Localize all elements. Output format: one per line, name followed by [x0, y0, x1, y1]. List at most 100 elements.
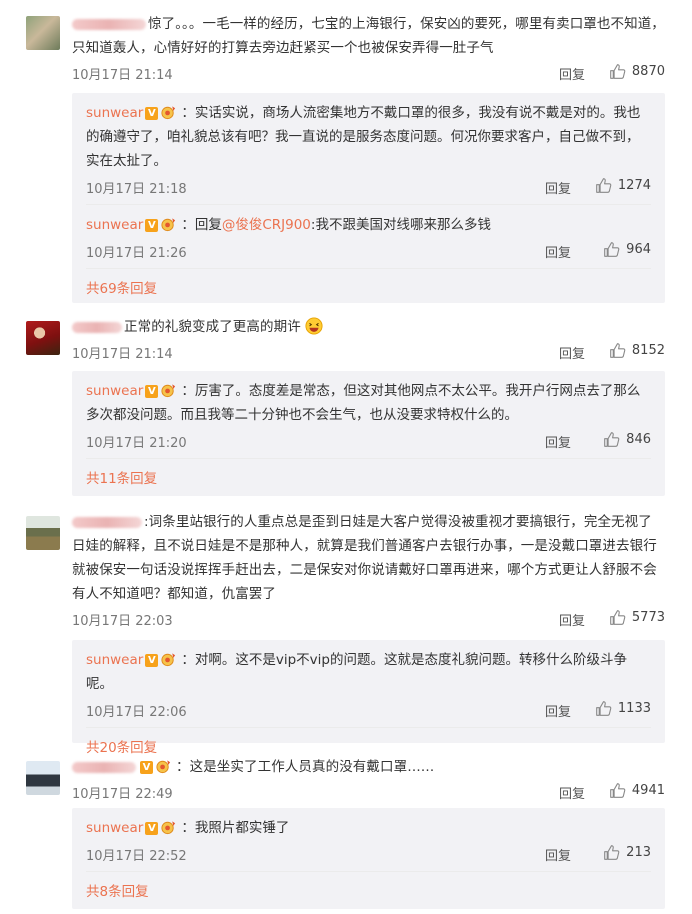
comment-meta: 10月17日 21:14 回复 8870	[72, 62, 665, 84]
avatar[interactable]	[26, 16, 60, 50]
mention-link[interactable]: @俊俊CRJ900	[222, 217, 311, 233]
verified-v-icon: V	[145, 822, 159, 835]
thumbs-up-icon	[604, 242, 620, 257]
like-count: 213	[626, 845, 651, 860]
like-count: 8870	[631, 64, 665, 79]
like-button[interactable]: 8152	[609, 342, 665, 359]
thumbs-up-icon	[596, 178, 612, 193]
reply-button[interactable]: 回复	[545, 701, 571, 720]
more-replies-link[interactable]: 共69条回复	[86, 277, 651, 311]
reply-item: sunwear V ：实话实说，商场人流密集地方不戴口罩的很多，我没有说不戴是对的。…	[86, 101, 651, 198]
reply-divider	[86, 268, 651, 269]
comment-meta: 10月17日 22:49 回复 4941	[72, 781, 665, 803]
reply-divider	[86, 727, 651, 728]
reply-button[interactable]: 回复	[545, 845, 571, 864]
reply-block: sunwear V ：对啊。这不是vip不vip的问题。这就是态度礼貌问题。转移什么…	[72, 640, 665, 756]
like-count: 8152	[631, 343, 665, 358]
reply-button[interactable]: 回复	[559, 343, 585, 362]
thumbs-up-icon	[596, 701, 612, 716]
medal-icon	[161, 821, 176, 835]
username-blurred[interactable]	[72, 18, 146, 30]
reply-divider	[86, 871, 651, 872]
comment-list: 惊了。。。一毛一样的经历，七宝的上海银行，保安凶的要死，哪里有卖口罩也不知道，只…	[18, 0, 675, 909]
like-button[interactable]: 5773	[609, 609, 665, 626]
reply-button[interactable]: 回复	[545, 242, 571, 261]
reply-button[interactable]: 回复	[545, 178, 571, 197]
like-button[interactable]: 213	[603, 844, 651, 861]
medal-icon	[156, 760, 171, 774]
like-button[interactable]: 846	[603, 431, 651, 448]
timestamp: 10月17日 22:49	[72, 787, 173, 802]
like-count: 964	[626, 242, 651, 257]
comment-text: :词条里站银行的人重点总是歪到日娃是大客户觉得没被重视才要搞银行，完全无视了日娃…	[72, 514, 657, 602]
timestamp: 10月17日 21:20	[86, 436, 187, 451]
reply-meta: 10月17日 22:52 回复 213	[86, 843, 651, 865]
verified-v-icon: V	[145, 385, 159, 398]
reply-block: sunwear V ：我照片都实锤了 10月17日 22:52 回复 213 共8条…	[72, 808, 665, 909]
like-count: 1133	[617, 701, 651, 716]
verified-v-icon: V	[140, 761, 153, 774]
reply-text: sunwear V ：回复@俊俊CRJ900:我不跟美国对线哪来那么多钱	[86, 217, 491, 233]
reply-meta: 10月17日 21:18 回复 1274	[86, 176, 651, 198]
like-count: 5773	[631, 610, 665, 625]
reply-meta: 10月17日 21:26 回复 964	[86, 240, 651, 262]
username-blurred[interactable]	[72, 761, 136, 773]
reply-item: sunwear V ：我照片都实锤了 10月17日 22:52 回复 213	[86, 816, 651, 865]
comment-text: 正常的礼貌变成了更高的期许	[72, 315, 665, 339]
reply-text: sunwear V ：厉害了。态度差是常态，但这对其他网点不太公平。我开户行网点去了…	[86, 383, 641, 423]
username-blurred[interactable]	[72, 321, 122, 333]
like-count: 1274	[617, 178, 651, 193]
reply-meta: 10月17日 22:06 回复 1133	[86, 699, 651, 721]
reply-block: sunwear V ：实话实说，商场人流密集地方不戴口罩的很多，我没有说不戴是对的。…	[72, 93, 665, 303]
avatar[interactable]	[26, 516, 60, 550]
reply-button[interactable]: 回复	[559, 610, 585, 629]
comment-feed: 惊了。。。一毛一样的经历，七宝的上海银行，保安凶的要死，哪里有卖口罩也不知道，只…	[0, 0, 692, 909]
reply-block: sunwear V ：厉害了。态度差是常态，但这对其他网点不太公平。我开户行网点去了…	[72, 371, 665, 496]
like-count: 846	[626, 432, 651, 447]
reply-username[interactable]: sunwear	[86, 105, 143, 121]
medal-icon	[161, 384, 176, 398]
reply-username[interactable]: sunwear	[86, 652, 143, 668]
reply-text: sunwear V ：我照片都实锤了	[86, 820, 290, 836]
thumbs-up-icon	[604, 432, 620, 447]
username-blurred[interactable]	[72, 516, 142, 528]
thumbs-up-icon	[610, 610, 626, 625]
like-button[interactable]: 4941	[609, 782, 665, 799]
reply-text: sunwear V ：对啊。这不是vip不vip的问题。这就是态度礼貌问题。转移什么…	[86, 652, 627, 692]
timestamp: 10月17日 22:06	[86, 705, 187, 720]
medal-icon	[161, 653, 176, 667]
reply-item: sunwear V ：厉害了。态度差是常态，但这对其他网点不太公平。我开户行网点去了…	[86, 379, 651, 452]
verified-v-icon: V	[145, 654, 159, 667]
reply-username[interactable]: sunwear	[86, 383, 143, 399]
reply-button[interactable]: 回复	[559, 783, 585, 802]
reply-divider	[86, 458, 651, 459]
comment-meta: 10月17日 21:14 回复 8152	[72, 341, 665, 363]
comment-text: V ：这是坐实了工作人员真的没有戴口罩……	[72, 755, 665, 779]
verified-v-icon: V	[145, 107, 159, 120]
timestamp: 10月17日 22:52	[86, 849, 187, 864]
timestamp: 10月17日 21:26	[86, 246, 187, 261]
verified-v-icon: V	[145, 219, 159, 232]
comment-meta: 10月17日 22:03 回复 5773	[72, 608, 665, 630]
timestamp: 10月17日 22:03	[72, 614, 173, 629]
thumbs-up-icon	[610, 343, 626, 358]
thumbs-up-icon	[610, 64, 626, 79]
timestamp: 10月17日 21:14	[72, 347, 173, 362]
like-button[interactable]: 1274	[595, 177, 651, 194]
reply-username[interactable]: sunwear	[86, 217, 143, 233]
timestamp: 10月17日 21:14	[72, 68, 173, 83]
like-button[interactable]: 964	[603, 241, 651, 258]
like-count: 4941	[631, 783, 665, 798]
like-button[interactable]: 1133	[595, 700, 651, 717]
thumbs-up-icon	[604, 845, 620, 860]
avatar[interactable]	[26, 761, 60, 795]
avatar[interactable]	[26, 321, 60, 355]
thumbs-up-icon	[610, 783, 626, 798]
reply-button[interactable]: 回复	[559, 64, 585, 83]
reply-divider	[86, 204, 651, 205]
reply-button[interactable]: 回复	[545, 432, 571, 451]
reply-username[interactable]: sunwear	[86, 820, 143, 836]
like-button[interactable]: 8870	[609, 63, 665, 80]
more-replies-link[interactable]: 共11条回复	[86, 467, 651, 501]
reply-item: sunwear V ：回复@俊俊CRJ900:我不跟美国对线哪来那么多钱 10月17…	[86, 213, 651, 262]
